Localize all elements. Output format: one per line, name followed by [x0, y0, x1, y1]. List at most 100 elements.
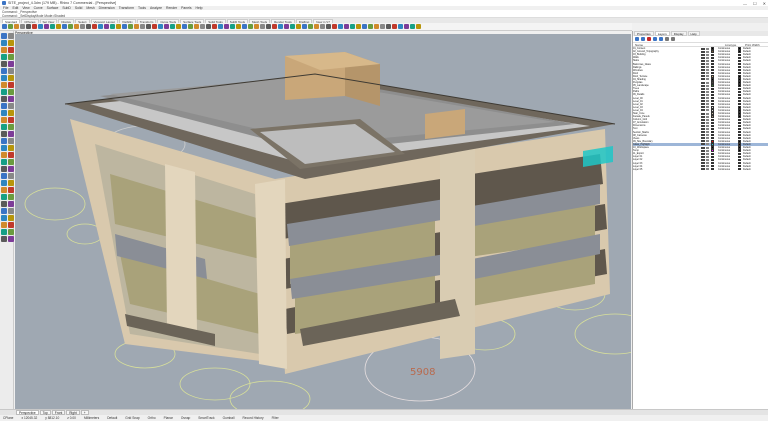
lock-icon[interactable] — [706, 47, 709, 50]
tool-icon[interactable] — [8, 208, 14, 214]
tool-icon[interactable] — [8, 194, 14, 200]
status-item[interactable]: Filter — [272, 416, 279, 420]
toolbar-icon[interactable] — [116, 24, 121, 29]
visibility-icon[interactable] — [701, 90, 705, 93]
move-down-icon[interactable] — [659, 37, 663, 41]
toolbar-icon[interactable] — [314, 24, 319, 29]
tool-icon[interactable] — [1, 47, 7, 53]
move-up-icon[interactable] — [653, 37, 657, 41]
tool-icon[interactable] — [8, 68, 14, 74]
lock-icon[interactable] — [706, 158, 709, 161]
visibility-icon[interactable] — [701, 81, 705, 84]
new-layer-icon[interactable] — [635, 37, 639, 41]
toolbar-icon[interactable] — [242, 24, 247, 29]
print-color-swatch[interactable] — [738, 127, 741, 131]
lock-icon[interactable] — [706, 50, 709, 53]
layer-color-swatch[interactable] — [711, 59, 714, 63]
print-color-swatch[interactable] — [738, 72, 741, 75]
print-color-swatch[interactable] — [738, 65, 741, 69]
status-item[interactable]: Default — [107, 416, 117, 420]
lock-icon[interactable] — [706, 84, 709, 87]
visibility-icon[interactable] — [701, 112, 705, 115]
lock-icon[interactable] — [706, 152, 709, 155]
tool-icon[interactable] — [8, 215, 14, 221]
minimize-icon[interactable]: — — [743, 1, 747, 6]
visibility-icon[interactable] — [701, 118, 705, 121]
print-color-swatch[interactable] — [738, 152, 741, 155]
lock-icon[interactable] — [706, 78, 709, 81]
lock-icon[interactable] — [706, 90, 709, 93]
toolbar-icon[interactable] — [278, 24, 283, 29]
status-item[interactable]: Osnap — [181, 416, 190, 420]
lock-icon[interactable] — [706, 81, 709, 84]
tool-icon[interactable] — [8, 138, 14, 144]
toolbar-icon[interactable] — [20, 24, 25, 29]
tool-icon[interactable] — [1, 222, 7, 228]
layer-color-swatch[interactable] — [711, 72, 714, 75]
visibility-icon[interactable] — [701, 106, 705, 109]
visibility-icon[interactable] — [701, 47, 705, 50]
tool-icon[interactable] — [1, 75, 7, 81]
toolbar-icon[interactable] — [380, 24, 385, 29]
layer-color-swatch[interactable] — [711, 87, 714, 90]
visibility-icon[interactable] — [701, 72, 705, 75]
visibility-icon[interactable] — [701, 93, 705, 96]
layer-color-swatch[interactable] — [711, 133, 714, 137]
tool-icon[interactable] — [8, 117, 14, 123]
lock-icon[interactable] — [706, 75, 709, 78]
toolbar-icon[interactable] — [320, 24, 325, 29]
layer-color-swatch[interactable] — [711, 143, 714, 146]
toolbar-icon[interactable] — [236, 24, 241, 29]
visibility-icon[interactable] — [701, 140, 705, 143]
toolbar-icon[interactable] — [158, 24, 163, 29]
print-color-swatch[interactable] — [738, 99, 741, 103]
print-color-swatch[interactable] — [738, 124, 741, 128]
tool-icon[interactable] — [8, 82, 14, 88]
toolbar-icon[interactable] — [122, 24, 127, 29]
toolbar-icon[interactable] — [68, 24, 73, 29]
tool-icon[interactable] — [1, 96, 7, 102]
lock-icon[interactable] — [706, 103, 709, 106]
visibility-icon[interactable] — [701, 50, 705, 53]
print-color-swatch[interactable] — [738, 75, 741, 78]
toolbar-icon[interactable] — [104, 24, 109, 29]
tool-icon[interactable] — [1, 89, 7, 95]
layer-color-swatch[interactable] — [711, 161, 714, 165]
toolbar-icon[interactable] — [296, 24, 301, 29]
print-color-swatch[interactable] — [738, 78, 741, 81]
status-item[interactable]: Record History — [243, 416, 264, 420]
layer-color-swatch[interactable] — [711, 152, 714, 155]
print-color-swatch[interactable] — [738, 106, 741, 109]
lock-icon[interactable] — [706, 143, 709, 146]
layer-color-swatch[interactable] — [711, 137, 714, 140]
tool-icon[interactable] — [8, 96, 14, 102]
tool-icon[interactable] — [1, 152, 7, 158]
toolbar-icon[interactable] — [188, 24, 193, 29]
visibility-icon[interactable] — [701, 56, 705, 59]
settings-icon[interactable] — [671, 37, 675, 41]
visibility-icon[interactable] — [701, 134, 705, 137]
delete-layer-icon[interactable] — [647, 37, 651, 41]
visibility-icon[interactable] — [701, 109, 705, 112]
lock-icon[interactable] — [706, 56, 709, 59]
print-color-swatch[interactable] — [738, 93, 741, 97]
lock-icon[interactable] — [706, 63, 709, 66]
visibility-icon[interactable] — [701, 168, 705, 171]
lock-icon[interactable] — [706, 165, 709, 168]
visibility-icon[interactable] — [701, 137, 705, 140]
toolbar-icon[interactable] — [230, 24, 235, 29]
layer-color-swatch[interactable] — [711, 149, 714, 152]
layer-color-swatch[interactable] — [711, 164, 714, 168]
layer-color-swatch[interactable] — [711, 62, 714, 66]
toolbar-icon[interactable] — [14, 24, 19, 29]
toolbar-icon[interactable] — [212, 24, 217, 29]
print-color-swatch[interactable] — [738, 143, 741, 146]
toolbar-icon[interactable] — [200, 24, 205, 29]
layer-color-swatch[interactable] — [711, 50, 714, 53]
toolbar-icon[interactable] — [170, 24, 175, 29]
toolbar-icon[interactable] — [164, 24, 169, 29]
tool-icon[interactable] — [8, 40, 14, 46]
toolbar-icon[interactable] — [392, 24, 397, 29]
layer-name[interactable]: Layer 05 — [633, 168, 701, 171]
layer-color-swatch[interactable] — [711, 81, 714, 84]
